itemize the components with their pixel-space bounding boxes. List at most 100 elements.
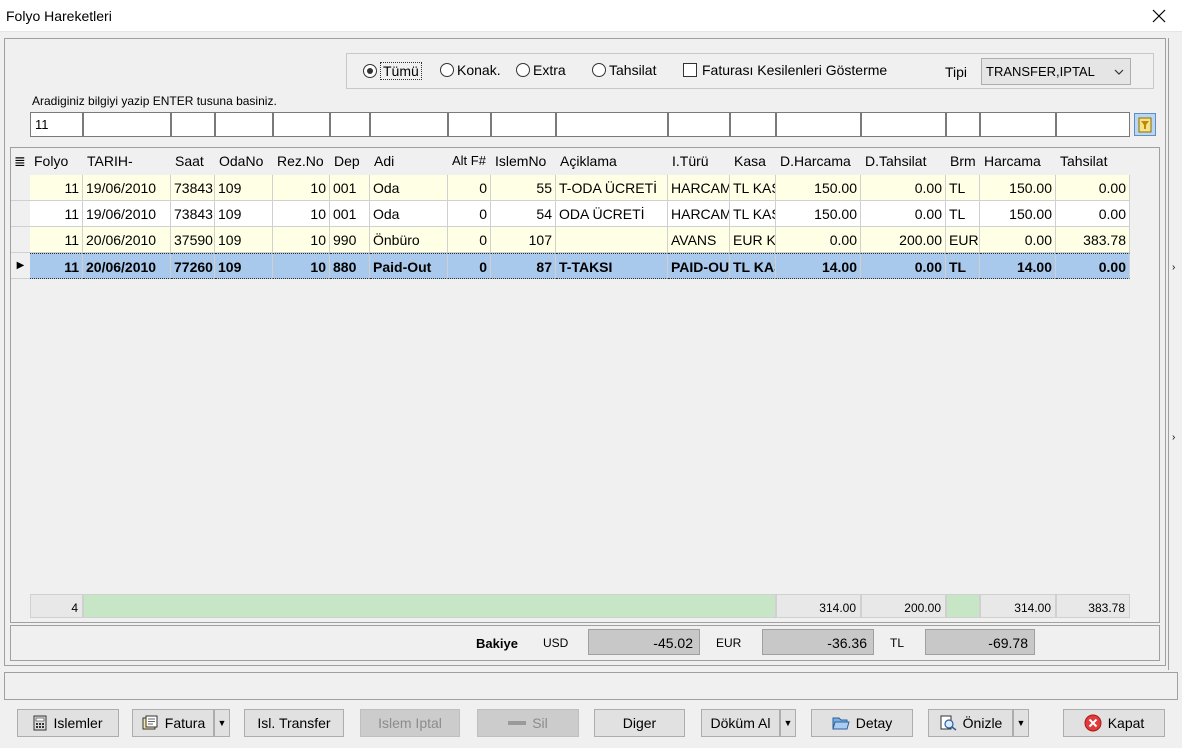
calculator-icon	[33, 715, 47, 731]
cell-altf: 0	[448, 253, 491, 279]
search-input-folyo[interactable]: 11	[30, 112, 83, 137]
search-input-ituru[interactable]	[668, 112, 730, 137]
diger-button[interactable]: Diger	[594, 709, 685, 737]
islemler-button[interactable]: Islemler	[17, 709, 119, 737]
cell-adi: Oda	[370, 201, 448, 227]
search-input-dharcama[interactable]	[776, 112, 861, 137]
onizle-dropdown[interactable]: ▼	[1013, 709, 1029, 737]
radio-konak[interactable]: Konak.	[440, 62, 501, 78]
search-input-altf[interactable]	[448, 112, 491, 137]
col-header-dharcama[interactable]: D.Harcama	[776, 148, 861, 175]
cell-odano: 109	[215, 175, 273, 201]
search-input-kasa[interactable]	[730, 112, 776, 137]
col-header-aciklama[interactable]: Açiklama	[556, 148, 668, 175]
islem-iptal-button[interactable]: Islem Iptal	[360, 709, 460, 737]
cell-altf: 0	[448, 201, 491, 227]
col-header-tarih[interactable]: TARIH-	[83, 148, 171, 175]
bakiye-label: Bakiye	[476, 636, 518, 651]
row-indicator-current[interactable]: ▶	[11, 253, 30, 279]
cell-folyo: 11	[30, 201, 83, 227]
cell-kasa: TL KASA	[730, 253, 776, 279]
search-input-adi[interactable]	[370, 112, 448, 137]
cell-rezno: 10	[273, 253, 330, 279]
cell-dtahsilat: 0.00	[861, 253, 946, 279]
row-indicator[interactable]	[11, 201, 30, 227]
expand-right-icon[interactable]: ›	[1172, 262, 1175, 273]
col-header-saat[interactable]: Saat	[171, 148, 215, 175]
col-header-harcama[interactable]: Harcama	[980, 148, 1056, 175]
col-header-dep[interactable]: Dep	[330, 148, 370, 175]
radio-extra[interactable]: Extra	[516, 62, 566, 78]
col-header-dtahsilat[interactable]: D.Tahsilat	[861, 148, 946, 175]
col-header-folyo[interactable]: Folyo	[30, 148, 83, 175]
close-icon	[1152, 9, 1166, 23]
cell-folyo: 11	[30, 175, 83, 201]
search-input-tahsilat[interactable]	[1056, 112, 1130, 137]
col-header-kasa[interactable]: Kasa	[730, 148, 776, 175]
search-input-harcama[interactable]	[980, 112, 1056, 137]
onizle-button[interactable]: Önizle	[928, 709, 1013, 737]
cell-aciklama: T-ODA ÜCRETİ	[556, 175, 668, 201]
search-input-odano[interactable]	[215, 112, 273, 137]
row-indicator[interactable]	[11, 175, 30, 201]
col-header-adi[interactable]: Adi	[370, 148, 448, 175]
bakiye-eur-label: EUR	[716, 636, 742, 650]
radio-tumu[interactable]: Tümü	[363, 62, 422, 80]
cell-islemno: 55	[491, 175, 556, 201]
fatura-button[interactable]: Fatura	[132, 709, 214, 737]
cell-dharcama: 150.00	[776, 175, 861, 201]
bakiye-tl-value: -69.78	[925, 629, 1035, 655]
col-header-rezno[interactable]: Rez.No	[273, 148, 330, 175]
col-header-brm[interactable]: Brm	[946, 148, 980, 175]
search-input-dep[interactable]	[330, 112, 370, 137]
caret-down-icon: ▼	[217, 718, 227, 728]
col-header-islemno[interactable]: IslemNo	[491, 148, 556, 175]
search-input-islemno[interactable]	[491, 112, 556, 137]
search-input-aciklama[interactable]	[556, 112, 668, 137]
search-input-rezno[interactable]	[273, 112, 330, 137]
col-header-ituru[interactable]: I.Türü	[668, 148, 730, 175]
col-header-tahsilat[interactable]: Tahsilat	[1056, 148, 1130, 175]
close-button[interactable]	[1136, 0, 1182, 32]
radio-dot	[516, 63, 530, 77]
radio-tahsilat[interactable]: Tahsilat	[592, 62, 656, 78]
tipi-select[interactable]: TRANSFER,IPTAL	[981, 58, 1131, 85]
search-input-tarih[interactable]	[83, 112, 171, 137]
cell-saat: 73843	[171, 201, 215, 227]
expand-right-icon-2[interactable]: ›	[1172, 432, 1175, 443]
transactions-grid[interactable]: ≣ Folyo TARIH- Saat OdaNo Rez.No Dep Adi…	[10, 147, 1160, 623]
grid-options-icon[interactable]: ≣	[11, 148, 30, 175]
cell-harcama: 150.00	[980, 201, 1056, 227]
cell-brm: EUR	[946, 227, 980, 253]
fatura-dropdown[interactable]: ▼	[214, 709, 230, 737]
tipi-label: Tipi	[945, 64, 968, 80]
sil-button[interactable]: Sil	[477, 709, 579, 737]
search-input-dtahsilat[interactable]	[861, 112, 946, 137]
filter-toggle-button[interactable]	[1134, 113, 1156, 136]
cell-tahsilat: 0.00	[1056, 175, 1130, 201]
kapat-button[interactable]: Kapat	[1063, 709, 1165, 737]
checkbox-faturasi[interactable]: Faturası Kesilenleri Gösterme	[683, 62, 887, 78]
cell-ituru: HARCAMA	[668, 175, 730, 201]
dokum-al-button[interactable]: Döküm Al	[701, 709, 780, 737]
cell-tarih: 20/06/2010	[83, 253, 171, 279]
dokum-al-dropdown[interactable]: ▼	[780, 709, 796, 737]
footer-dtahsilat: 200.00	[861, 594, 946, 618]
row-indicator[interactable]	[11, 227, 30, 253]
col-header-altf[interactable]: Alt F#	[448, 148, 491, 175]
search-input-saat[interactable]	[171, 112, 215, 137]
cell-islemno: 54	[491, 201, 556, 227]
cell-dep: 001	[330, 201, 370, 227]
isl-transfer-button[interactable]: Isl. Transfer	[244, 709, 344, 737]
side-splitter[interactable]	[1168, 38, 1169, 670]
cell-harcama: 14.00	[980, 253, 1056, 279]
cell-adi: Önbüro	[370, 227, 448, 253]
col-header-odano[interactable]: OdaNo	[215, 148, 273, 175]
cell-dep: 001	[330, 175, 370, 201]
checkbox-label: Faturası Kesilenleri Gösterme	[702, 62, 888, 78]
checkbox-box[interactable]	[683, 63, 697, 77]
search-input-brm[interactable]	[946, 112, 980, 137]
bakiye-eur-value: -36.36	[762, 629, 874, 655]
cell-harcama: 150.00	[980, 175, 1056, 201]
detay-button[interactable]: Detay	[811, 709, 913, 737]
